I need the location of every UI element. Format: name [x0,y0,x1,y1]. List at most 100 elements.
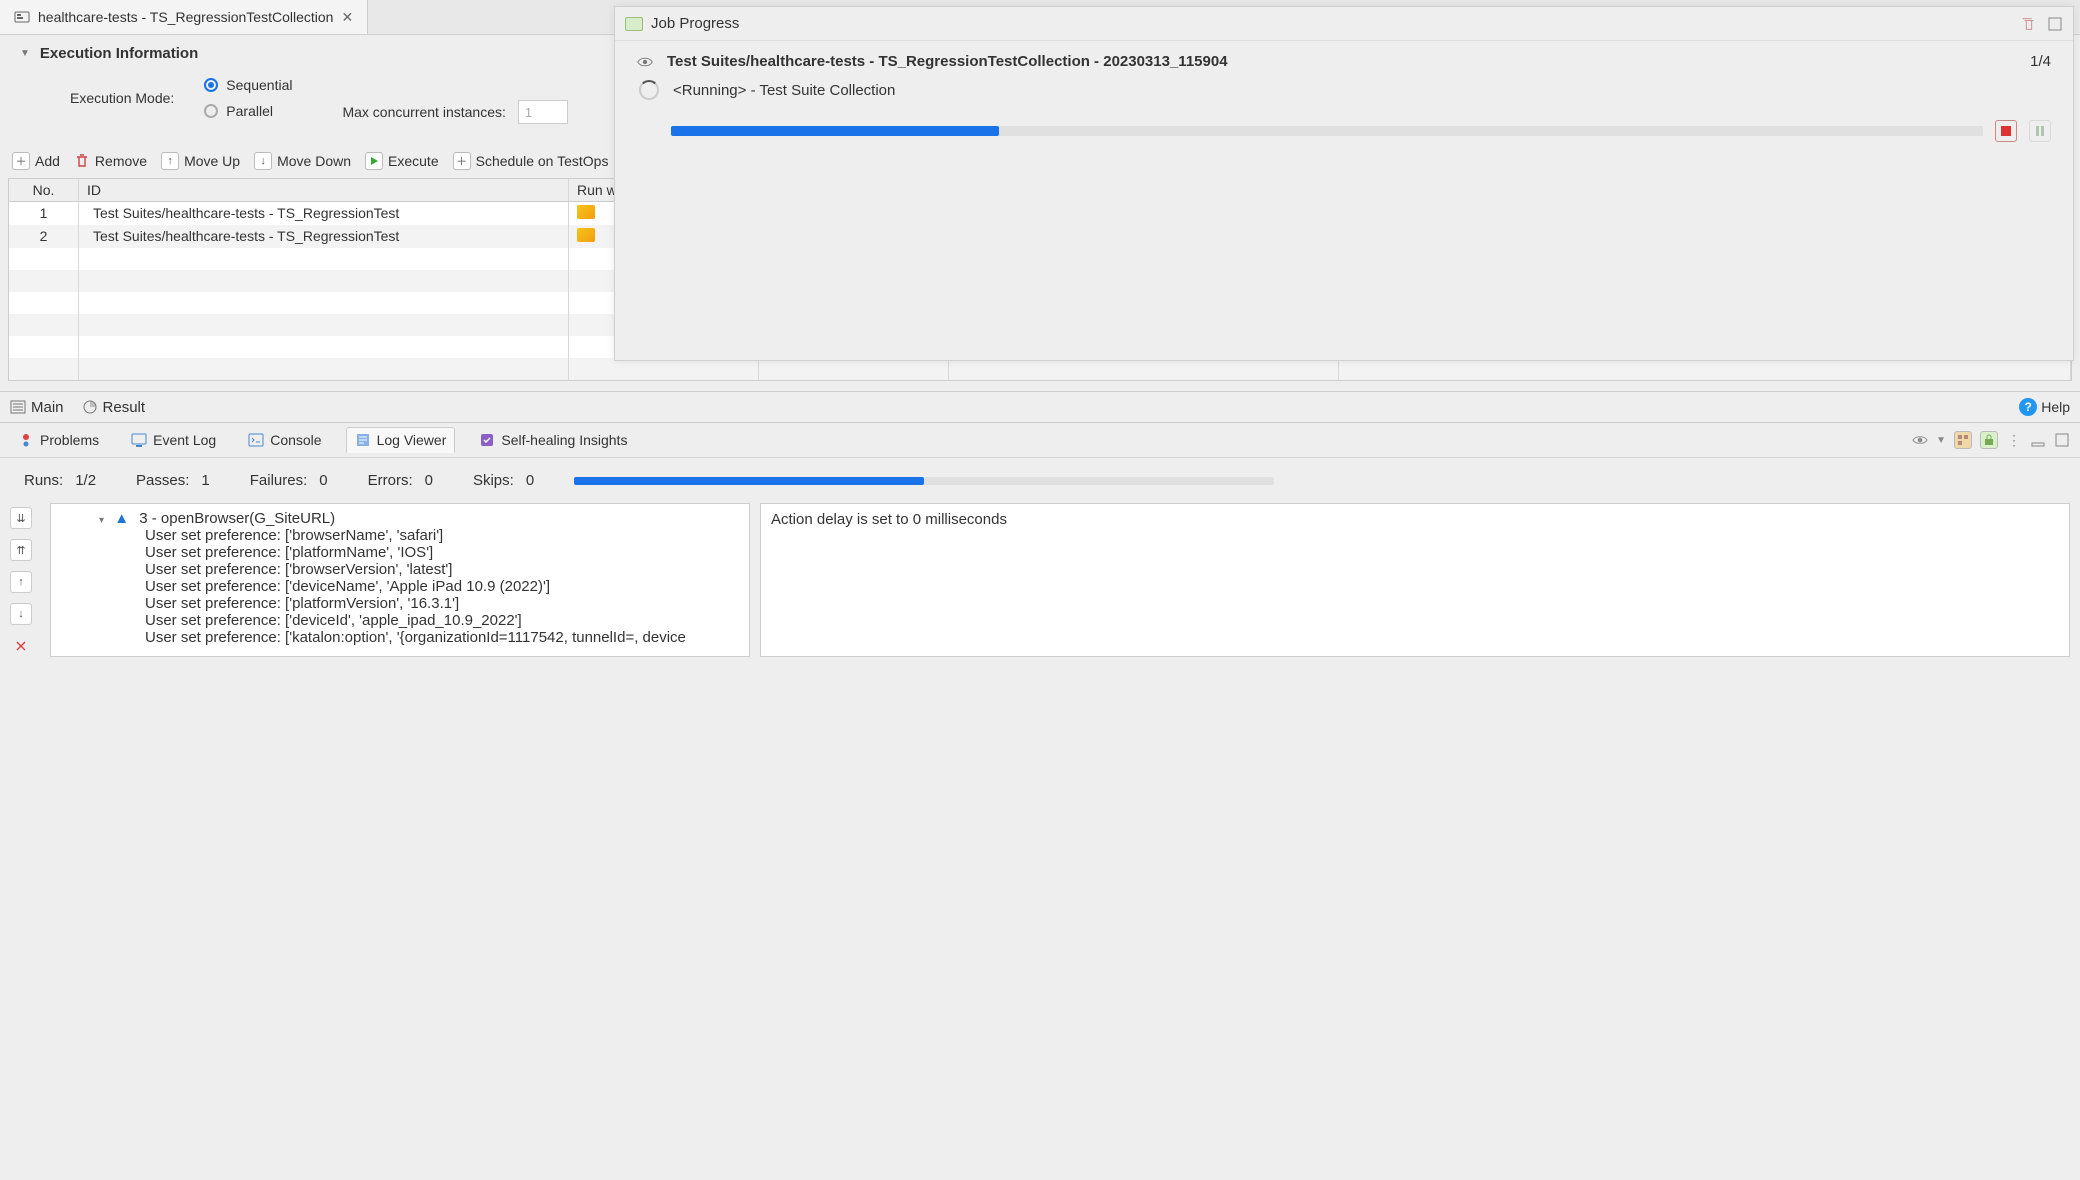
more-icon[interactable]: ⋮ [2006,432,2022,448]
chevron-down-icon[interactable]: ▾ [99,515,104,526]
tab-label: Result [103,399,146,416]
help-icon: ? [2019,398,2037,416]
job-line2: <Running> - Test Suite Collection [673,82,895,99]
log-line[interactable]: User set preference: ['browserVersion', … [59,561,741,578]
tab-label: Self-healing Insights [501,432,627,448]
prev-icon[interactable]: ↑ [10,571,32,593]
passes-label: Passes: [136,472,189,489]
log-detail-pane[interactable]: Action delay is set to 0 milliseconds [760,503,2070,657]
tab-label: Main [31,399,64,416]
maximize-icon[interactable] [2054,432,2070,448]
runs-value: 1/2 [75,472,96,489]
radio-icon [204,78,218,92]
console-icon [248,432,264,448]
runs-label: Runs: [24,472,63,489]
play-icon [365,152,383,170]
arrow-down-icon: ↓ [254,152,272,170]
radio-parallel[interactable]: Parallel [204,103,292,119]
next-icon[interactable]: ↓ [10,603,32,625]
tab-label: Log Viewer [377,432,447,448]
stop-button[interactable] [1995,120,2017,142]
execute-button[interactable]: Execute [365,152,439,170]
btn-label: Add [35,153,60,169]
tab-problems[interactable]: Problems [10,428,107,452]
step-icon: ▲ [114,510,129,527]
minimize-icon[interactable] [2030,432,2046,448]
lower-tabs: Problems Event Log Console Log Viewer Se… [0,422,2080,458]
tab-self-healing[interactable]: Self-healing Insights [471,428,635,452]
btn-label: Move Down [277,153,351,169]
move-down-button[interactable]: ↓ Move Down [254,152,351,170]
tab-event-log[interactable]: Event Log [123,428,224,452]
expand-all-icon[interactable]: ⇈ [10,539,32,561]
pie-icon [82,399,98,415]
dropdown-icon[interactable]: ▼ [1936,435,1946,446]
problems-icon [18,432,34,448]
failures-value: 0 [319,472,327,489]
log-line[interactable]: User set preference: ['browserName', 'sa… [59,527,741,544]
remove-button[interactable]: Remove [74,153,147,169]
radio-icon [204,104,218,118]
tree-view-icon[interactable] [1954,431,1972,449]
move-up-button[interactable]: ↑Move Up [161,152,240,170]
editor-tab-active[interactable]: healthcare-tests - TS_RegressionTestColl… [0,0,368,34]
btn-label: Schedule on TestOps [476,153,609,169]
tab-main[interactable]: Main [10,399,64,416]
log-tree[interactable]: ▾ ▲ 3 - openBrowser(G_SiteURL) User set … [50,503,750,657]
schedule-button[interactable]: ＋ Schedule on TestOps [453,152,609,170]
btn-label: Remove [95,153,147,169]
log-line[interactable]: User set preference: ['platformName', 'I… [59,544,741,561]
cell-id: Test Suites/healthcare-tests - TS_Regres… [79,225,569,248]
cell-no: 2 [9,225,79,248]
log-icon [355,432,371,448]
run-progress [574,477,1274,485]
minimize-icon[interactable] [2047,16,2063,32]
test-suite-collection-icon [14,9,30,25]
clear-icon[interactable]: ⨯ [10,635,32,657]
tab-log-viewer[interactable]: Log Viewer [346,427,456,453]
job-progress-bar [671,126,1983,136]
log-line[interactable]: User set preference: ['deviceName', 'App… [59,578,741,595]
errors-value: 0 [425,472,433,489]
monitor-icon [131,432,147,448]
col-id[interactable]: ID [79,179,569,201]
radio-label: Sequential [226,77,292,93]
eye-icon[interactable] [637,54,653,70]
editor-bottom-tabs: Main Result ? Help [0,391,2080,422]
help-label: Help [2041,399,2070,415]
table-row-empty [9,358,2071,380]
watch-icon[interactable] [1912,432,1928,448]
log-detail-text: Action delay is set to 0 milliseconds [771,511,1007,528]
progress-view-icon [625,17,643,31]
tab-label: Event Log [153,432,216,448]
spinner-icon [639,80,659,100]
max-instances-input[interactable] [518,100,568,124]
skips-label: Skips: [473,472,514,489]
arrow-up-icon: ↑ [161,152,179,170]
remove-all-icon[interactable] [2021,16,2037,32]
close-icon[interactable]: ✕ [341,9,353,26]
log-line[interactable]: User set preference: ['deviceId', 'apple… [59,612,741,629]
job-count: 1/4 [2030,53,2051,70]
help-link[interactable]: ? Help [2019,398,2070,416]
log-line[interactable]: User set preference: ['katalon:option', … [59,629,741,646]
trash-icon [74,153,90,169]
passes-value: 1 [201,472,209,489]
col-no[interactable]: No. [9,179,79,201]
job-progress-title: Job Progress [651,15,739,32]
log-line[interactable]: User set preference: ['platformVersion',… [59,595,741,612]
radio-sequential[interactable]: Sequential [204,77,292,93]
tab-label: Console [270,432,321,448]
heal-icon [479,432,495,448]
collapse-all-icon[interactable]: ⇊ [10,507,32,529]
log-gutter: ⇊ ⇈ ↑ ↓ ⨯ [10,503,40,657]
radio-label: Parallel [226,103,273,119]
tab-console[interactable]: Console [240,428,329,452]
skips-value: 0 [526,472,534,489]
lock-icon[interactable] [1980,431,1998,449]
add-button[interactable]: ＋ Add [12,152,60,170]
pause-button[interactable] [2029,120,2051,142]
plus-icon: ＋ [12,152,30,170]
tab-result[interactable]: Result [82,399,146,416]
plus-icon: ＋ [453,152,471,170]
